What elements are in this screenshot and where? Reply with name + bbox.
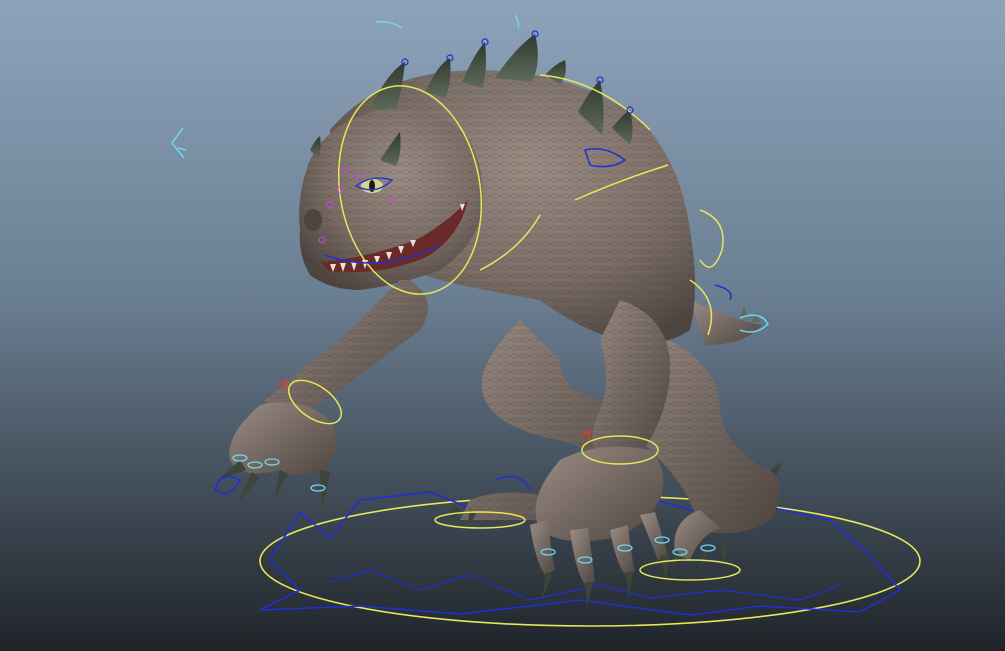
left-hand-fk-curve[interactable] bbox=[214, 475, 242, 495]
top-pivot-control[interactable] bbox=[375, 20, 403, 29]
creature-scene[interactable] bbox=[0, 0, 1005, 651]
right-foot-control[interactable] bbox=[639, 559, 741, 581]
floating-pivot-control[interactable] bbox=[171, 127, 187, 159]
creature-tail bbox=[690, 300, 762, 345]
top-pivot-control-2[interactable] bbox=[514, 14, 520, 29]
nostril bbox=[304, 209, 322, 231]
shoulder-control-curve[interactable] bbox=[699, 209, 724, 268]
maya-3d-viewport[interactable] bbox=[0, 0, 1005, 651]
tail-fk-curve[interactable] bbox=[714, 284, 732, 301]
hand-fk-curve[interactable] bbox=[494, 475, 531, 491]
creature-left-arm bbox=[218, 280, 428, 512]
creature-right-arm bbox=[530, 300, 671, 608]
